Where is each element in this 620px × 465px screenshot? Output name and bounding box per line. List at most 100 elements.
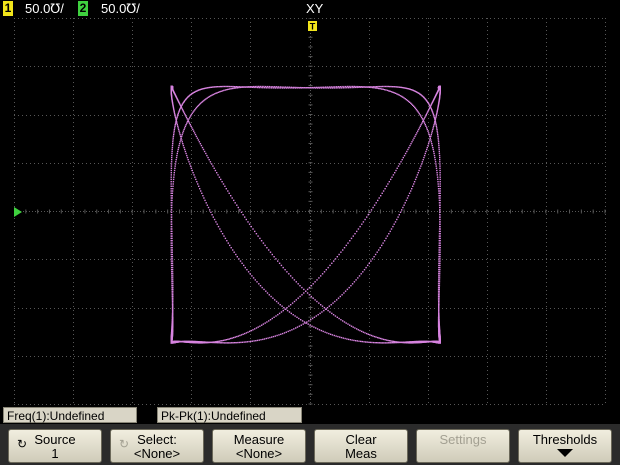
trace-dot	[175, 119, 177, 121]
trace-dot	[387, 342, 390, 344]
trace-dot	[437, 141, 440, 143]
trace-dot	[177, 148, 179, 151]
trace-dot	[265, 337, 267, 340]
trace-dot	[222, 342, 224, 344]
trace-dot	[171, 277, 173, 279]
trace-dot	[204, 87, 207, 89]
trace-dot	[230, 88, 232, 90]
trace-dot	[299, 295, 301, 298]
trace-dot	[376, 251, 378, 253]
trace-dot	[209, 341, 212, 344]
trace-dot	[396, 218, 398, 221]
trace-dot	[439, 181, 441, 183]
source-softkey[interactable]: ↻ Source 1	[8, 429, 102, 463]
trace-dot	[334, 258, 337, 260]
trace-dot	[171, 150, 173, 153]
trace-dot	[417, 130, 419, 132]
trace-dot	[171, 279, 173, 281]
trace-dot	[192, 172, 194, 174]
trace-dot	[185, 124, 187, 126]
trace-dot	[305, 87, 307, 89]
trace-dot	[171, 305, 174, 307]
trace-dot	[195, 178, 197, 181]
settings-softkey[interactable]: Settings	[416, 429, 510, 463]
trace-dot	[173, 169, 176, 172]
trace-dot	[214, 341, 217, 343]
status-bar: 1 50.0℧/ 2 50.0℧/ XY	[0, 0, 620, 18]
trace-dot	[245, 218, 247, 221]
trace-dot	[178, 144, 180, 147]
trace-dot	[381, 338, 383, 340]
trace-dot	[174, 122, 177, 124]
trace-dot	[438, 230, 441, 233]
trace-dot	[204, 199, 206, 202]
trace-dot	[297, 297, 299, 299]
channel-2-ground-marker[interactable]: 2	[14, 207, 22, 219]
trace-dot	[244, 332, 246, 335]
trace-dot	[390, 178, 392, 181]
trace-dot	[329, 87, 332, 89]
trace-dot	[171, 295, 173, 298]
trace-dot	[235, 253, 237, 256]
trace-dot	[377, 199, 379, 202]
trace-dot	[175, 161, 177, 163]
trace-dot	[174, 167, 176, 169]
trace-dot	[439, 214, 441, 216]
trace-dot	[363, 269, 366, 271]
trace-dot	[217, 225, 220, 228]
trace-dot	[176, 115, 179, 117]
trace-dot	[389, 90, 391, 92]
trace-dot	[357, 277, 359, 279]
trace-dot	[203, 197, 205, 199]
trace-dot	[173, 174, 175, 176]
trace-dot	[411, 188, 413, 190]
trace-dot	[439, 167, 441, 169]
trace-dot	[422, 119, 424, 121]
trace-dot	[182, 110, 184, 112]
trace-dot	[338, 253, 340, 256]
trace-dot	[174, 114, 176, 116]
trace-dot	[434, 119, 436, 121]
trace-dot	[216, 86, 219, 88]
trace-dot	[226, 89, 228, 91]
channel-2-indicator[interactable]: 2	[78, 1, 88, 16]
select-softkey[interactable]: ↻ Select: <None>	[110, 429, 204, 463]
trace-dot	[185, 152, 187, 155]
trace-dot	[209, 86, 211, 89]
trace-dot	[170, 172, 172, 174]
clear-meas-softkey[interactable]: Clear Meas	[314, 429, 408, 463]
trace-dot	[234, 336, 236, 338]
trace-dot	[315, 315, 317, 317]
trace-dot	[438, 251, 440, 253]
trace-dot	[231, 342, 233, 344]
trace-dot	[170, 225, 172, 228]
trace-dot	[438, 309, 440, 312]
trace-dot	[171, 281, 173, 283]
trace-dot	[184, 127, 186, 129]
measure-softkey[interactable]: Measure <None>	[212, 429, 306, 463]
trace-dot	[386, 89, 389, 92]
trace-dot	[195, 107, 197, 110]
trace-dot	[237, 206, 239, 209]
trace-dot	[438, 240, 440, 242]
trace-dot	[389, 85, 391, 88]
trace-dot	[386, 85, 388, 88]
trace-dot	[318, 329, 321, 331]
trace-dot	[431, 143, 433, 145]
trace-dot	[286, 307, 288, 309]
trace-dot	[436, 172, 438, 174]
thresholds-softkey[interactable]: Thresholds	[518, 429, 612, 463]
trigger-marker[interactable]: T	[308, 21, 317, 32]
trace-dot	[438, 307, 440, 309]
trace-dot	[405, 199, 408, 202]
trace-dot	[263, 85, 265, 88]
waveform-display[interactable]: T 2	[14, 18, 606, 405]
channel-1-indicator[interactable]: 1	[3, 1, 13, 16]
trace-dot	[288, 311, 291, 313]
trace-dot	[373, 256, 375, 258]
trace-dot	[274, 335, 276, 337]
trace-dot	[257, 235, 259, 237]
trace-dot	[439, 174, 441, 176]
trace-dot	[318, 277, 320, 279]
trace-dot	[187, 159, 189, 161]
